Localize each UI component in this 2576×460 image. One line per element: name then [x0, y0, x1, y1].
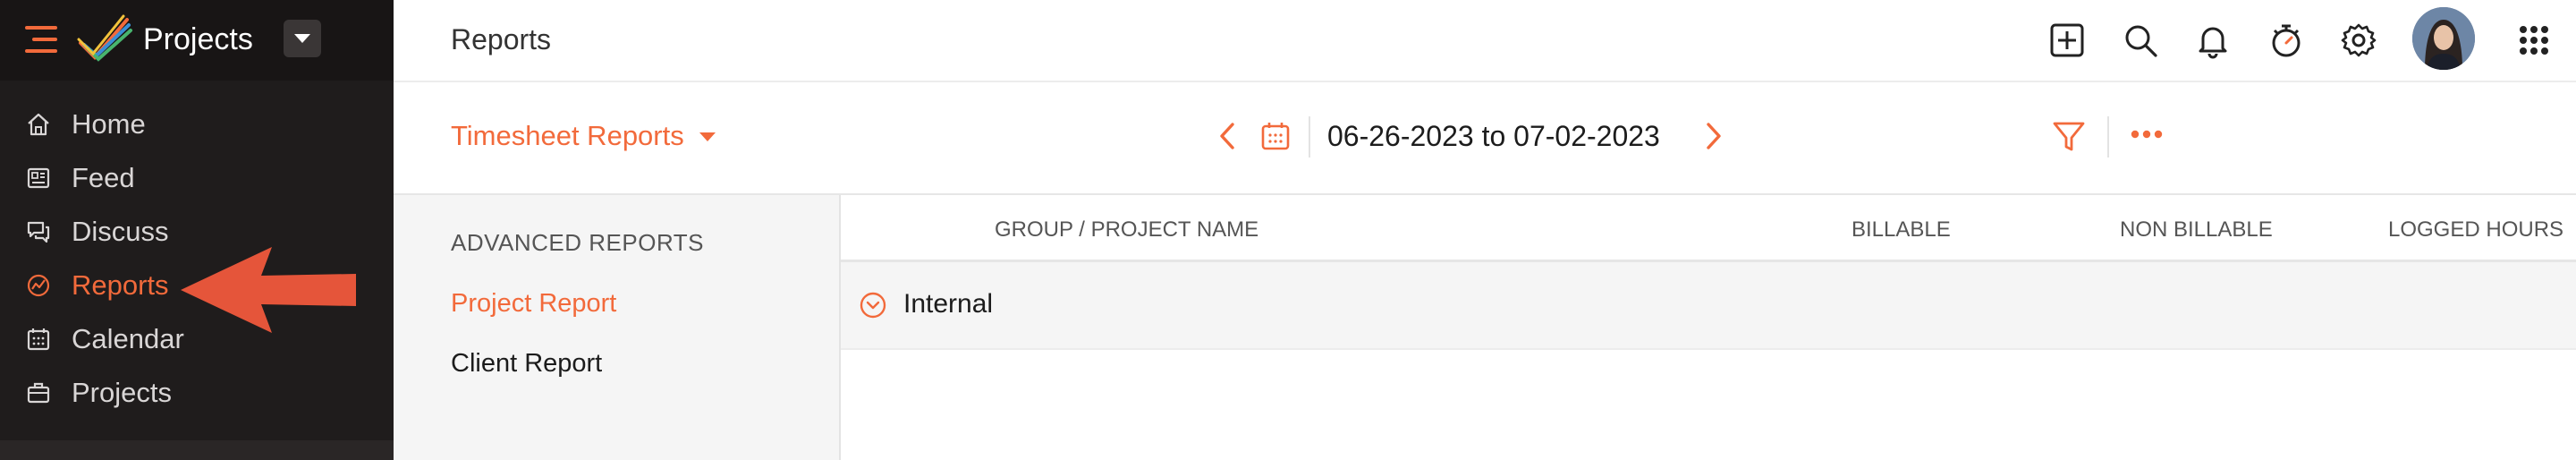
- divider: [1309, 116, 1310, 158]
- column-header-logged-hours[interactable]: LOGGED HOURS: [2388, 217, 2563, 243]
- group-name: Internal: [903, 289, 994, 319]
- feed-icon: [25, 165, 52, 192]
- filter-icon[interactable]: [2052, 120, 2086, 154]
- sidebar-item-label: Home: [72, 108, 146, 140]
- calendar-picker-icon[interactable]: [1259, 120, 1292, 152]
- sidebar-item-feed[interactable]: Feed: [0, 154, 394, 204]
- calendar-icon: [25, 326, 52, 353]
- avatar[interactable]: [2412, 7, 2475, 70]
- table-group-row[interactable]: Internal: [841, 262, 2576, 350]
- add-icon[interactable]: [2046, 20, 2088, 61]
- sidebar-header: Projects: [0, 0, 394, 81]
- next-week-icon[interactable]: [1705, 122, 1723, 150]
- table-header: GROUP / PROJECT NAME BILLABLE NON BILLAB…: [841, 195, 2576, 262]
- column-header-non-billable[interactable]: NON BILLABLE: [2120, 217, 2273, 243]
- sidebar-item-home[interactable]: Home: [0, 100, 394, 150]
- caret-down-icon: [294, 34, 310, 43]
- sidebar-item-label: Projects: [72, 377, 172, 408]
- sidebar: Projects Home Feed Discuss Reports Calen…: [0, 0, 394, 460]
- briefcase-icon: [25, 379, 52, 406]
- advanced-reports-panel: ADVANCED REPORTS Project Report Client R…: [394, 195, 841, 460]
- sidebar-item-label: Feed: [72, 162, 135, 193]
- page-title: Reports: [451, 23, 552, 55]
- report-table: GROUP / PROJECT NAME BILLABLE NON BILLAB…: [841, 195, 2576, 460]
- hamburger-menu-icon[interactable]: [25, 24, 61, 55]
- column-header-billable[interactable]: BILLABLE: [1852, 217, 1951, 243]
- apps-grid-icon[interactable]: [2513, 20, 2555, 61]
- caret-down-icon[interactable]: [699, 132, 716, 141]
- reports-icon: [25, 272, 52, 299]
- project-report-link[interactable]: Project Report: [451, 286, 616, 320]
- client-report-link[interactable]: Client Report: [451, 346, 602, 380]
- sidebar-footer: [0, 440, 394, 460]
- annotation-arrow-icon: [179, 247, 358, 333]
- more-options-icon[interactable]: [2131, 129, 2163, 140]
- gear-icon[interactable]: [2338, 20, 2379, 61]
- bell-icon[interactable]: [2192, 20, 2233, 61]
- sidebar-item-label: Calendar: [72, 323, 184, 354]
- sidebar-item-projects[interactable]: Projects: [0, 369, 394, 419]
- app-switcher-button[interactable]: [284, 20, 321, 57]
- collapse-toggle-icon[interactable]: [859, 291, 887, 319]
- sidebar-item-label: Discuss: [72, 216, 169, 247]
- report-toolbar: Timesheet Reports 06-26-2023 to 07-02-20…: [394, 82, 2576, 195]
- sidebar-item-label: Reports: [72, 269, 169, 301]
- column-header-group-project-name[interactable]: GROUP / PROJECT NAME: [995, 217, 1258, 243]
- panel-heading: ADVANCED REPORTS: [451, 229, 704, 256]
- previous-week-icon[interactable]: [1218, 122, 1236, 150]
- top-header: Reports: [394, 0, 2576, 82]
- divider: [2107, 116, 2109, 158]
- home-icon: [25, 111, 52, 138]
- timer-icon[interactable]: [2266, 20, 2307, 61]
- app-title: Projects: [143, 22, 253, 56]
- projects-logo-icon: [75, 13, 134, 68]
- report-type-dropdown[interactable]: Timesheet Reports: [451, 118, 684, 154]
- date-range-label[interactable]: 06-26-2023 to 07-02-2023: [1327, 118, 1660, 154]
- discuss-icon: [25, 218, 52, 245]
- search-icon[interactable]: [2120, 20, 2161, 61]
